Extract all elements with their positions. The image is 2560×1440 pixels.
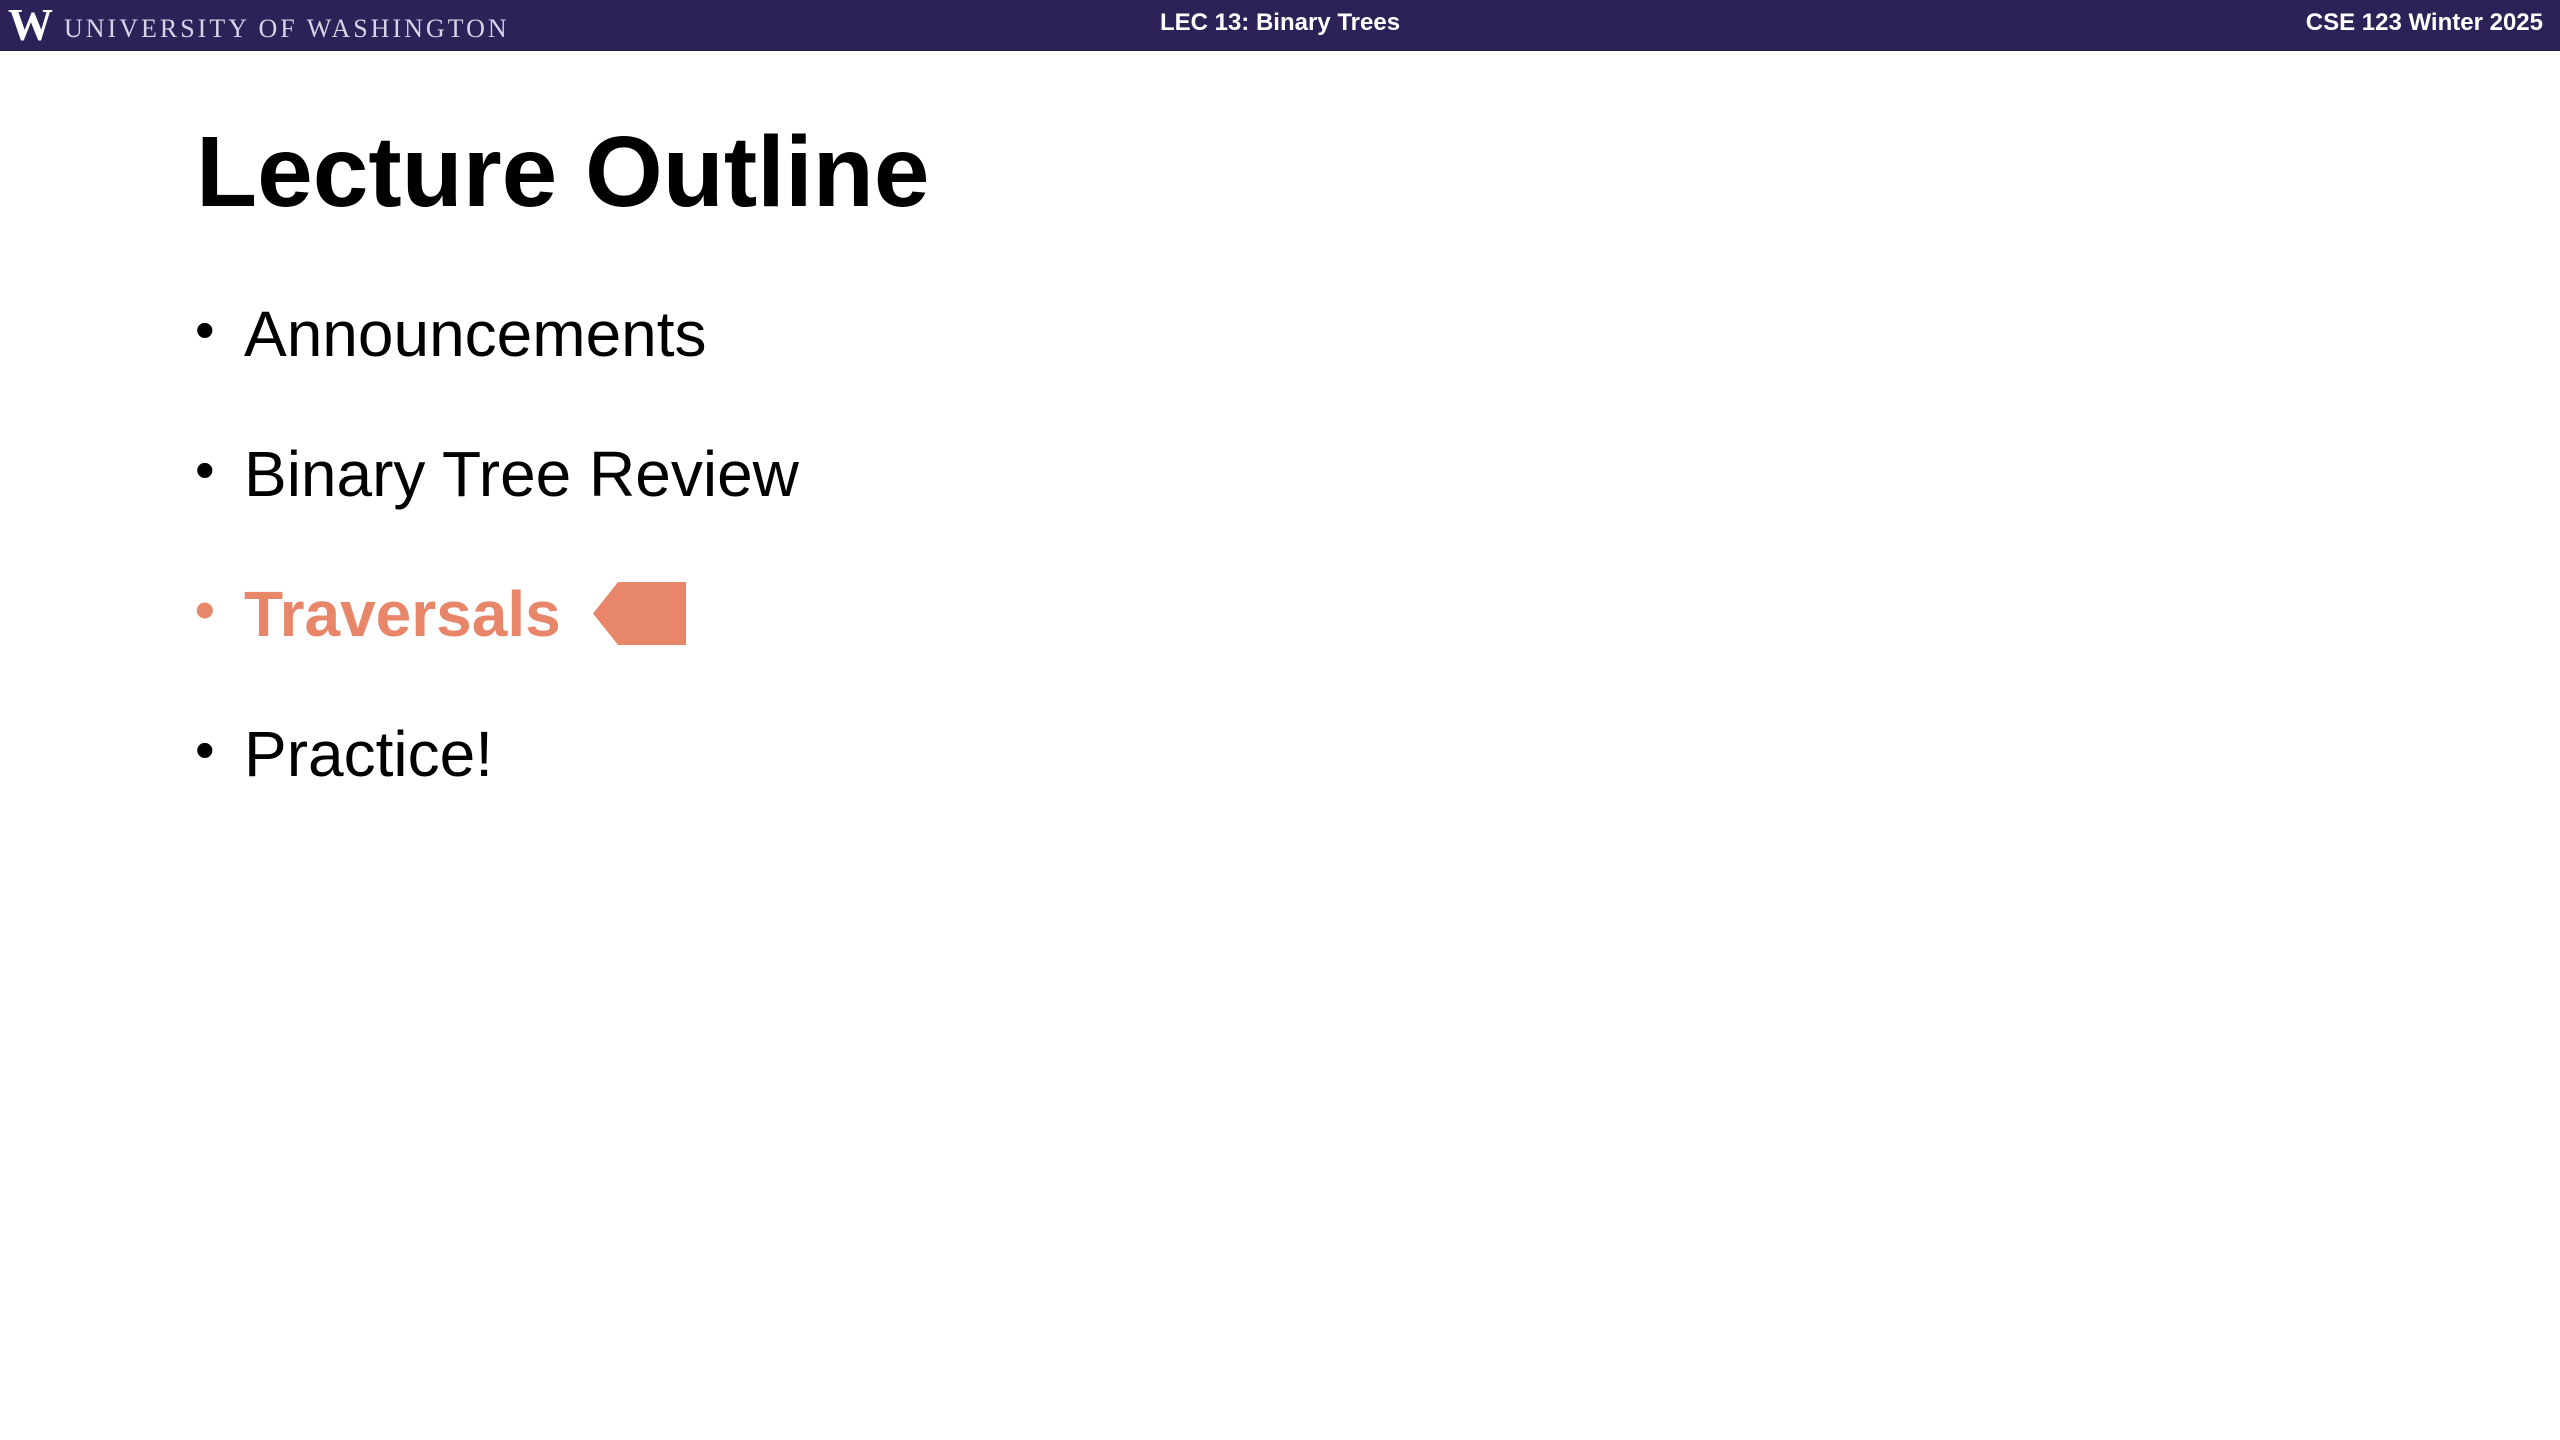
outline-item-label: Practice! (244, 718, 493, 790)
outline-item-label: Binary Tree Review (244, 438, 799, 510)
outline-item-practice: • Practice! (195, 712, 799, 852)
outline-item-binary-tree-review: • Binary Tree Review (195, 432, 799, 572)
course-title: CSE 123 Winter 2025 (2305, 9, 2543, 36)
bullet-dot-icon: • (195, 298, 215, 361)
outline-item-label: Traversals (244, 578, 561, 650)
bullet-dot-icon: • (195, 578, 215, 641)
bullet-dot-icon: • (195, 718, 215, 781)
outline-item-traversals-current: • Traversals (195, 572, 799, 712)
left-arrow-marker-icon (592, 582, 686, 645)
page-title: Lecture Outline (196, 116, 930, 228)
lecture-outline-list: • Announcements • Binary Tree Review • T… (195, 292, 799, 852)
university-name: UNIVERSITY of WASHINGTON (64, 14, 510, 43)
presentation-slide: W UNIVERSITY of WASHINGTON LEC 13: Binar… (0, 0, 2560, 1440)
outline-item-announcements: • Announcements (195, 292, 799, 432)
lecture-title: LEC 13: Binary Trees (1159, 9, 1401, 36)
uw-w-logo-icon: W (8, 0, 53, 50)
bullet-dot-icon: • (195, 438, 215, 501)
outline-item-label: Announcements (244, 298, 707, 370)
university-logo: W UNIVERSITY of WASHINGTON (8, 1, 510, 49)
slide-header-bar: W UNIVERSITY of WASHINGTON LEC 13: Binar… (0, 0, 2560, 51)
